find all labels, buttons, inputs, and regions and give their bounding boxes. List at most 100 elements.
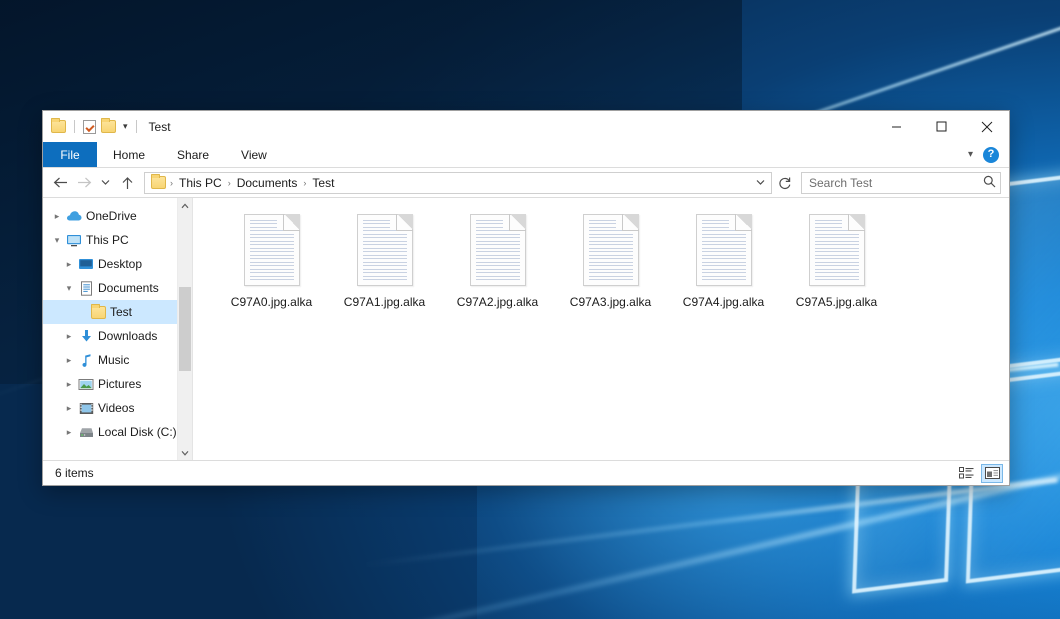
monitor-icon xyxy=(65,234,83,247)
breadcrumb-dropdown-icon[interactable] xyxy=(752,173,769,193)
chevron-right-icon[interactable]: ▸ xyxy=(61,331,77,342)
file-item[interactable]: C97A2.jpg.alka xyxy=(441,212,554,309)
document-icon xyxy=(583,214,639,286)
breadcrumb-test[interactable]: Test xyxy=(308,176,338,190)
desktop-wallpaper: ▾ Test File Home Share View xyxy=(0,0,1060,619)
chevron-right-icon[interactable]: ▸ xyxy=(61,379,77,390)
chevron-down-icon[interactable]: ▾ xyxy=(61,283,77,294)
toolbar-divider-2 xyxy=(136,120,137,133)
search-icon[interactable] xyxy=(983,175,996,191)
status-bar: 6 items xyxy=(43,460,1009,485)
file-name-label: C97A4.jpg.alka xyxy=(683,295,764,309)
sidebar-item-documents[interactable]: ▾ Documents xyxy=(43,276,192,300)
scroll-down-icon[interactable] xyxy=(178,445,193,460)
view-mode-buttons xyxy=(955,464,1003,483)
download-icon xyxy=(77,329,95,343)
tab-view[interactable]: View xyxy=(225,142,283,167)
recent-locations-button[interactable] xyxy=(97,172,114,194)
document-fold-corner-icon xyxy=(848,214,865,231)
breadcrumb-folder-icon xyxy=(151,176,166,189)
file-explorer-window: ▾ Test File Home Share View xyxy=(42,110,1010,486)
breadcrumb-this-pc[interactable]: This PC xyxy=(175,176,226,190)
breadcrumb-separator-3: › xyxy=(301,178,308,188)
chevron-right-icon[interactable]: ▸ xyxy=(61,355,77,366)
breadcrumb-documents[interactable]: Documents xyxy=(233,176,302,190)
file-name-label: C97A0.jpg.alka xyxy=(231,295,312,309)
sidebar-label-pictures: Pictures xyxy=(98,377,141,391)
tab-share[interactable]: Share xyxy=(161,142,225,167)
address-bar: › This PC › Documents › Test xyxy=(43,168,1009,197)
window-body: ▸ OneDrive ▾ This PC ▸ xyxy=(43,197,1009,460)
file-item[interactable]: C97A4.jpg.alka xyxy=(667,212,780,309)
scrollbar-thumb[interactable] xyxy=(179,287,191,371)
sidebar-item-music[interactable]: ▸ Music xyxy=(43,348,192,372)
tab-home[interactable]: Home xyxy=(97,142,161,167)
chevron-right-icon[interactable]: ▸ xyxy=(61,427,77,438)
navigation-tree: ▸ OneDrive ▾ This PC ▸ xyxy=(43,198,192,444)
maximize-button[interactable] xyxy=(919,111,964,142)
chevron-right-icon[interactable]: ▸ xyxy=(61,403,77,414)
sidebar-item-downloads[interactable]: ▸ Downloads xyxy=(43,324,192,348)
file-grid: C97A0.jpg.alka C97A1.jpg.alkaC97A2.jpg.al… xyxy=(215,212,1009,309)
folder-icon xyxy=(89,306,107,319)
sidebar-item-local-disk[interactable]: ▸ Local Disk (C:) xyxy=(43,420,192,444)
sidebar-label-this-pc: This PC xyxy=(86,233,129,247)
sidebar-item-this-pc[interactable]: ▾ This PC xyxy=(43,228,192,252)
details-view-icon[interactable] xyxy=(955,464,977,483)
document-icon xyxy=(809,214,865,286)
music-icon xyxy=(77,353,95,367)
navigation-pane: ▸ OneDrive ▾ This PC ▸ xyxy=(43,198,193,460)
toolbar-divider xyxy=(74,120,75,133)
chevron-down-icon[interactable]: ▾ xyxy=(123,122,128,131)
large-icons-view-icon[interactable] xyxy=(981,464,1003,483)
chevron-down-icon[interactable]: ▾ xyxy=(49,235,65,246)
sidebar-item-pictures[interactable]: ▸ Pictures xyxy=(43,372,192,396)
file-item[interactable]: C97A5.jpg.alka xyxy=(780,212,893,309)
document-icon xyxy=(244,214,300,286)
sidebar-item-onedrive[interactable]: ▸ OneDrive xyxy=(43,204,192,228)
document-icon xyxy=(470,214,526,286)
forward-button[interactable] xyxy=(73,172,95,194)
document-fold-corner-icon xyxy=(509,214,526,231)
ribbon-tab-bar: File Home Share View ▾ ? xyxy=(43,142,1009,168)
document-fold-corner-icon xyxy=(283,214,300,231)
breadcrumb-list: › This PC › Documents › Test xyxy=(168,176,752,190)
folder-icon[interactable] xyxy=(51,120,66,133)
close-button[interactable] xyxy=(964,111,1009,142)
tab-file[interactable]: File xyxy=(43,142,97,167)
help-icon[interactable]: ? xyxy=(983,147,999,163)
breadcrumb-separator: › xyxy=(168,178,175,188)
videos-icon xyxy=(77,402,95,415)
file-list-pane[interactable]: C97A0.jpg.alka C97A1.jpg.alkaC97A2.jpg.al… xyxy=(193,198,1009,460)
sidebar-scrollbar[interactable] xyxy=(177,198,192,460)
search-box[interactable] xyxy=(801,172,1001,194)
sidebar-item-videos[interactable]: ▸ Videos xyxy=(43,396,192,420)
document-fold-corner-icon xyxy=(735,214,752,231)
chevron-right-icon[interactable]: ▸ xyxy=(61,259,77,270)
chevron-down-icon[interactable]: ▾ xyxy=(968,149,973,160)
sidebar-item-test[interactable]: Test xyxy=(43,300,192,324)
scrollbar-track[interactable] xyxy=(178,213,193,445)
chevron-right-icon[interactable]: ▸ xyxy=(49,211,65,222)
refresh-button[interactable] xyxy=(774,172,796,194)
file-item[interactable]: C97A3.jpg.alka xyxy=(554,212,667,309)
new-folder-icon[interactable] xyxy=(101,120,116,133)
ribbon-right-controls: ▾ ? xyxy=(968,142,1009,167)
file-item[interactable]: C97A1.jpg.alka xyxy=(328,212,441,309)
back-button[interactable] xyxy=(49,172,71,194)
documents-icon xyxy=(77,281,95,296)
window-controls xyxy=(874,111,1009,142)
file-item[interactable]: C97A0.jpg.alka xyxy=(215,212,328,309)
breadcrumb[interactable]: › This PC › Documents › Test xyxy=(144,172,772,194)
sidebar-item-desktop[interactable]: ▸ Desktop xyxy=(43,252,192,276)
sidebar-label-test: Test xyxy=(110,305,132,319)
search-input[interactable] xyxy=(809,176,983,190)
minimize-button[interactable] xyxy=(874,111,919,142)
properties-checkbox-icon[interactable] xyxy=(83,120,96,134)
sidebar-label-videos: Videos xyxy=(98,401,134,415)
sidebar-label-music: Music xyxy=(98,353,129,367)
document-icon xyxy=(696,214,752,286)
up-button[interactable] xyxy=(116,172,138,194)
document-icon xyxy=(357,214,413,286)
scroll-up-icon[interactable] xyxy=(178,198,193,213)
